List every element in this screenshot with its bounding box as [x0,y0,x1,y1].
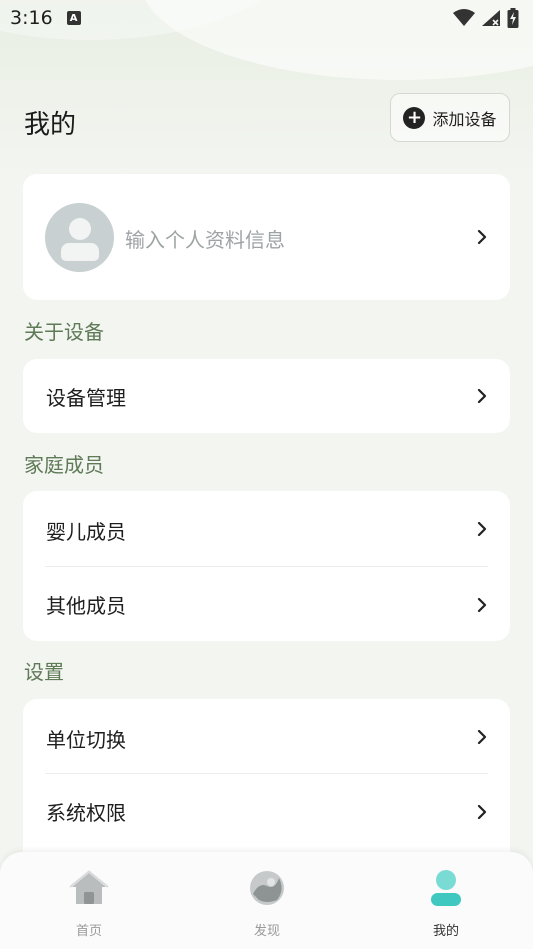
chevron-right-icon [477,230,487,244]
settings-card: 单位切换 系统权限 [23,699,510,869]
status-bar: 3:16 A [0,0,533,36]
tab-label: 我的 [432,924,459,939]
bottom-tab-bar: 首页 发现 我的 [0,852,533,949]
user-icon [431,870,461,906]
chevron-right-icon [477,730,487,744]
about-device-card: 设备管理 [23,359,510,433]
section-title-settings: 设置 [24,660,64,684]
section-title-about-device: 关于设备 [24,320,104,344]
tab-label: 首页 [75,924,102,939]
page-header: 我的 + 添加设备 [0,92,533,146]
section-title-family-members: 家庭成员 [24,453,104,477]
page-title: 我的 [24,110,77,140]
tab-discover[interactable]: 发现 [217,868,317,939]
menu-item-label: 单位切换 [46,728,126,752]
menu-item-label: 其他成员 [46,594,126,618]
add-device-label: 添加设备 [432,109,497,129]
tab-home[interactable]: 首页 [39,868,139,939]
menu-item-label: 婴儿成员 [46,520,126,544]
status-time: 3:16 [10,7,53,29]
chevron-right-icon [477,598,487,612]
family-members-card: 婴儿成员 其他成员 [23,491,510,641]
battery-charging-icon [507,8,519,28]
profile-prompt: 输入个人资料信息 [125,228,285,252]
menu-item-baby-members[interactable]: 婴儿成员 [23,491,510,567]
wifi-icon [453,9,475,26]
home-icon [69,870,109,904]
tab-mine[interactable]: 我的 [396,868,496,939]
menu-item-other-members[interactable]: 其他成员 [23,567,510,641]
menu-item-label: 系统权限 [46,801,126,825]
chevron-right-icon [477,805,487,819]
cellular-signal-icon [482,10,500,26]
chevron-right-icon [477,522,487,536]
add-device-button[interactable]: + 添加设备 [390,93,510,142]
discover-icon [250,871,284,905]
menu-item-label: 设备管理 [46,386,126,410]
menu-item-unit-switch[interactable]: 单位切换 [23,699,510,774]
profile-card[interactable]: 输入个人资料信息 [23,174,510,300]
app-notification-icon: A [66,11,81,25]
tab-label: 发现 [253,924,280,939]
avatar [45,203,114,272]
menu-item-system-permissions[interactable]: 系统权限 [23,774,510,848]
plus-circle-icon: + [403,106,426,129]
menu-item-device-management[interactable]: 设备管理 [23,359,510,433]
chevron-right-icon [477,389,487,403]
